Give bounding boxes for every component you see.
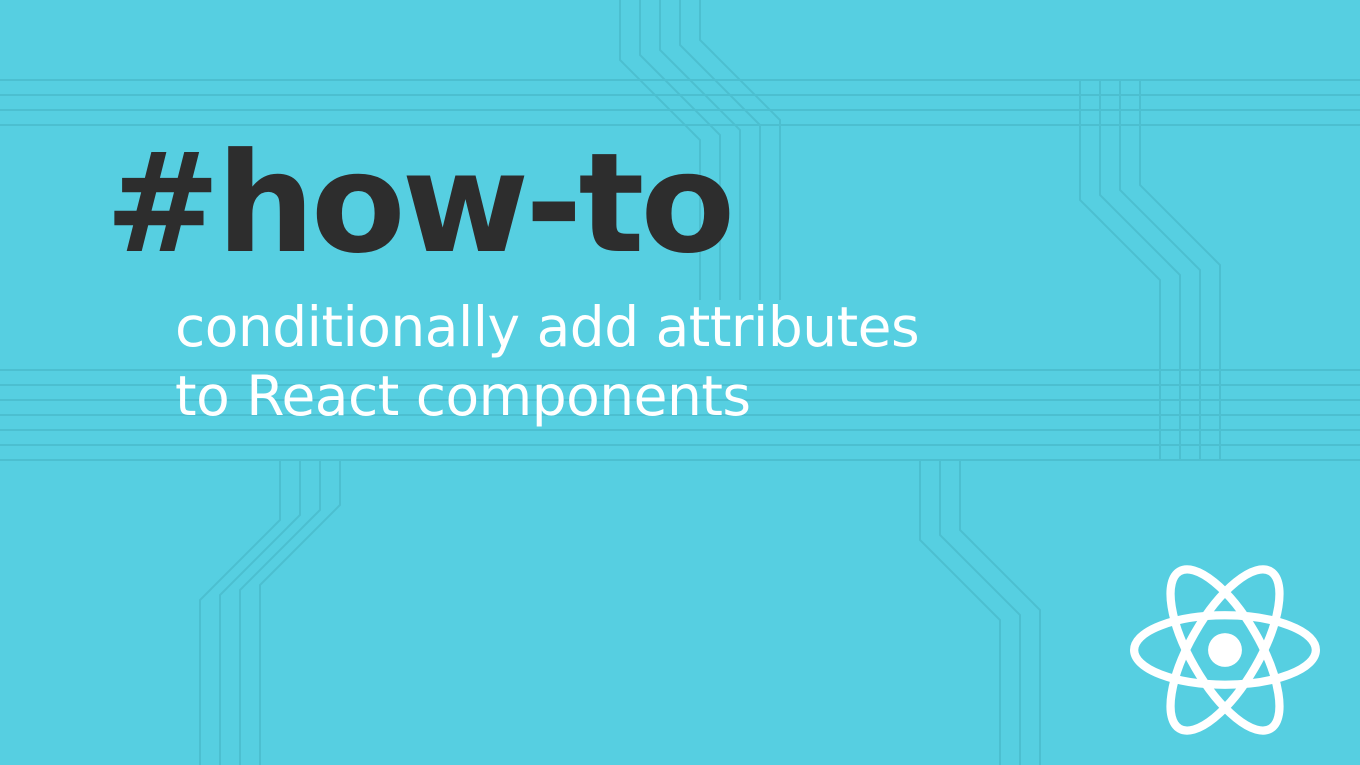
react-logo-icon <box>1130 565 1320 735</box>
subtitle-line-2: to React components <box>175 362 919 431</box>
subtitle-line-1: conditionally add attributes <box>175 293 919 362</box>
subtitle: conditionally add attributes to React co… <box>175 293 919 431</box>
hashtag-heading: #how-to <box>105 135 919 273</box>
banner-content: #how-to conditionally add attributes to … <box>105 135 919 431</box>
howto-banner: #how-to conditionally add attributes to … <box>0 0 1360 765</box>
